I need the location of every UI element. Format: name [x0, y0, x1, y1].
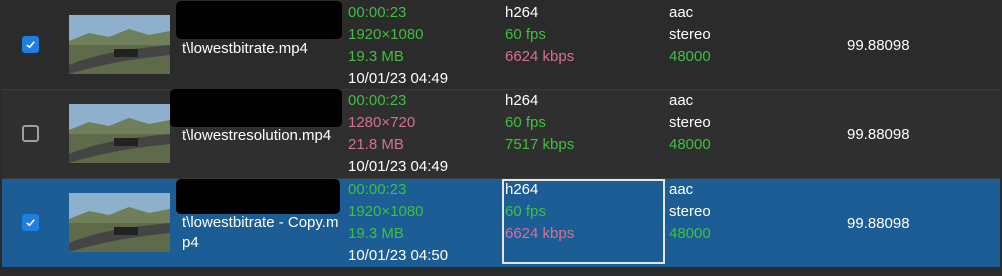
video-bitrate: 6624 kbps	[505, 225, 575, 242]
frame-rate: 60 fps	[505, 203, 546, 220]
file-name: t\lowestbitrate - Copy.mp4	[182, 214, 339, 251]
file-size: 19.3 MB	[348, 225, 404, 242]
audio-info: aac stereo 48000	[669, 179, 711, 245]
video-codec: h264	[505, 4, 539, 21]
video-thumbnail[interactable]	[69, 104, 170, 163]
redacted-block	[176, 1, 342, 39]
sample-rate: 48000	[669, 48, 711, 65]
duration: 00:00:23	[348, 92, 407, 109]
file-name: t\lowestbitrate.mp4	[182, 40, 308, 57]
resolution: 1920×1080	[348, 26, 424, 43]
video-thumbnail[interactable]	[69, 15, 170, 74]
file-size: 19.3 MB	[348, 48, 404, 65]
audio-codec: aac	[669, 92, 694, 109]
row-checkbox[interactable]	[22, 125, 39, 142]
sample-rate: 48000	[669, 136, 711, 153]
row-checkbox[interactable]	[22, 36, 39, 53]
modified-date: 10/01/23 04:49	[348, 70, 449, 87]
media-info: 00:00:23 1280×720 21.8 MB 10/01/23 04:49	[348, 90, 448, 178]
media-info: 00:00:23 1920×1080 19.3 MB 10/01/23 04:4…	[348, 2, 448, 90]
video-info: h264 60 fps 6624 kbps	[505, 179, 574, 245]
checkmark-icon	[26, 41, 35, 49]
audio-channels: stereo	[669, 114, 711, 131]
audio-info: aac stereo 48000	[669, 2, 711, 68]
duplicate-video-list: t\lowestbitrate.mp4 00:00:23 1920×1080 1…	[0, 0, 1002, 276]
video-codec: h264	[505, 92, 539, 109]
file-name: t\lowestresolution.mp4	[182, 127, 332, 144]
resolution: 1920×1080	[348, 203, 424, 220]
video-thumbnail[interactable]	[69, 193, 170, 252]
redacted-block	[176, 179, 340, 214]
checkmark-icon	[26, 219, 35, 227]
video-info: h264 60 fps 7517 kbps	[505, 90, 574, 156]
audio-channels: stereo	[669, 26, 711, 43]
resolution: 1280×720	[348, 114, 416, 131]
modified-date: 10/01/23 04:50	[348, 247, 449, 264]
row-checkbox[interactable]	[22, 214, 39, 231]
audio-codec: aac	[669, 181, 694, 198]
frame-rate: 60 fps	[505, 26, 546, 43]
video-row[interactable]: t\lowestresolution.mp4 00:00:23 1280×720…	[2, 89, 1000, 179]
similarity-score: 99.88098	[847, 126, 910, 143]
video-info: h264 60 fps 6624 kbps	[505, 2, 574, 68]
media-info: 00:00:23 1920×1080 19.3 MB 10/01/23 04:5…	[348, 179, 448, 267]
duration: 00:00:23	[348, 4, 407, 21]
video-bitrate: 6624 kbps	[505, 48, 575, 65]
similarity-score: 99.88098	[847, 37, 910, 54]
video-row-selected[interactable]: t\lowestbitrate - Copy.mp4 00:00:23 1920…	[2, 179, 1000, 267]
video-bitrate: 7517 kbps	[505, 136, 575, 153]
video-codec: h264	[505, 181, 539, 198]
file-size: 21.8 MB	[348, 136, 404, 153]
audio-info: aac stereo 48000	[669, 90, 711, 156]
video-row[interactable]: t\lowestbitrate.mp4 00:00:23 1920×1080 1…	[2, 1, 1000, 90]
sample-rate: 48000	[669, 225, 711, 242]
redacted-block	[170, 89, 342, 127]
audio-codec: aac	[669, 4, 694, 21]
audio-channels: stereo	[669, 203, 711, 220]
duration: 00:00:23	[348, 181, 407, 198]
frame-rate: 60 fps	[505, 114, 546, 131]
modified-date: 10/01/23 04:49	[348, 158, 449, 175]
similarity-score: 99.88098	[847, 215, 910, 232]
